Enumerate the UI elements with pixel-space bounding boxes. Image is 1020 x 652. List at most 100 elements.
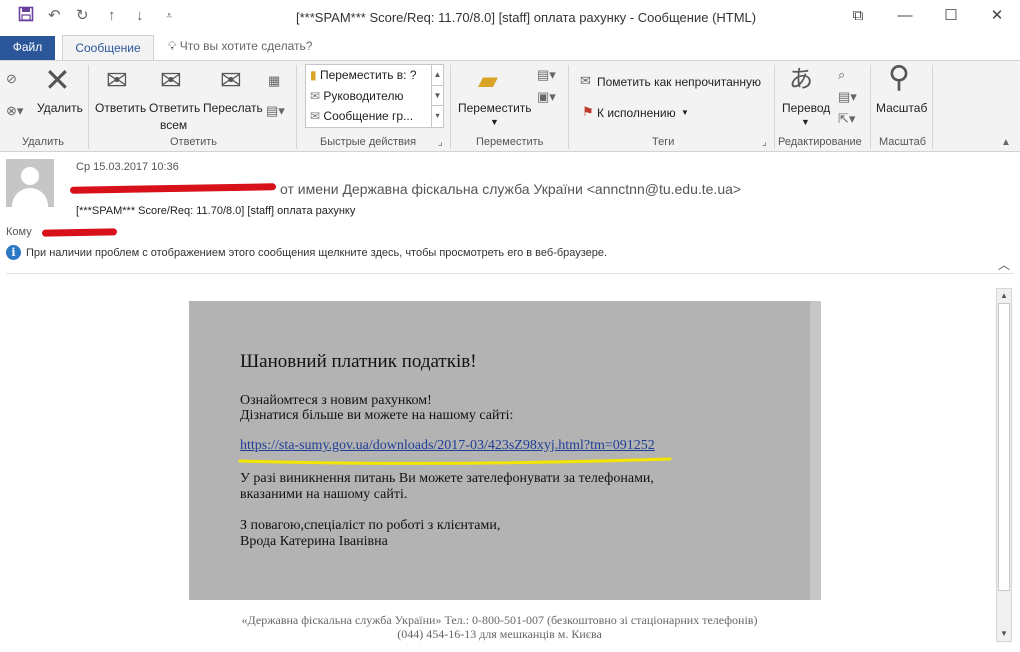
scroll-down-icon[interactable]: ▼ <box>997 627 1011 641</box>
junk-icon[interactable]: ⊗▾ <box>6 103 23 119</box>
scroll-up-icon[interactable]: ▲ <box>997 289 1011 303</box>
redo-icon[interactable]: ↻ <box>76 6 89 26</box>
flag-icon: ⚑ <box>582 104 594 119</box>
avatar-head-icon <box>21 167 39 185</box>
related-icon[interactable]: ▤▾ <box>838 89 857 105</box>
message-signature: Врода Катерина Іванівна <box>240 534 388 549</box>
find-icon[interactable]: ⌕ <box>838 67 845 83</box>
translate-button-label: Перевод <box>782 101 831 115</box>
dialog-launcher-icon[interactable]: ⌟ <box>762 137 767 148</box>
close-button[interactable]: ✕ <box>982 4 1012 28</box>
envelope-icon: ✉ <box>310 109 321 123</box>
separator <box>932 65 933 149</box>
sender-line[interactable]: от имени Державна фіскальна служба Украї… <box>280 181 741 197</box>
collapse-ribbon-icon[interactable]: ▲ <box>1001 137 1011 148</box>
separator <box>296 65 297 149</box>
group-label-quick-steps: Быстрые действия <box>320 136 417 148</box>
quick-step-item[interactable]: ✉ Руководителю <box>310 89 403 103</box>
group-label-move: Переместить <box>476 136 544 148</box>
message-line: Дізнатися більше ви можете на нашому сай… <box>240 408 514 423</box>
move-folder-icon: ▰ <box>478 65 498 95</box>
header-divider <box>6 273 1014 274</box>
restore-ribbon-icon[interactable]: ⧉ <box>843 4 873 28</box>
envelope-icon: ✉ <box>310 89 321 103</box>
translate-icon: あ <box>789 66 813 93</box>
info-icon: i <box>6 245 21 260</box>
avatar <box>6 159 54 207</box>
message-line: Ознайомтеся з новим рахунком! <box>240 393 432 408</box>
message-line: З повагою,спеціаліст по роботі з клієнта… <box>240 518 501 533</box>
ribbon-tabs: Файл Сообщение 💡︎ Что вы хотите сделать? <box>0 35 1020 61</box>
meeting-icon[interactable]: ▦ <box>268 73 280 89</box>
group-label-respond: Ответить <box>170 136 218 148</box>
customize-icon[interactable]: ⩡ <box>166 6 172 26</box>
more-respond-icon[interactable]: ▤▾ <box>266 103 285 119</box>
group-label-zoom: Масштаб <box>879 136 927 148</box>
separator <box>450 65 451 149</box>
chevron-up-icon[interactable]: ▲ <box>432 65 443 85</box>
footer-line: «Державна фіскальна служба України» Тел.… <box>241 613 758 627</box>
arrow-up-icon[interactable]: ↑ <box>108 6 116 26</box>
footer-line: (044) 454-16-13 для мешканців м. Києва <box>397 627 602 641</box>
envelope-icon: ✉ <box>580 73 591 88</box>
maximize-button[interactable]: ☐ <box>936 4 966 28</box>
save-icon[interactable] <box>18 6 34 28</box>
separator <box>774 65 775 149</box>
chevron-down-icon: ▼ <box>801 117 810 127</box>
message-line: У разі виникнення питань Ви можете зател… <box>240 471 654 486</box>
window-title: [***SPAM*** Score/Req: 11.70/8.0] [staff… <box>296 10 757 25</box>
chevron-down-icon: ▼ <box>681 108 689 117</box>
collapse-header-icon[interactable]: ︿ <box>998 256 1010 273</box>
tell-me-search[interactable]: 💡︎ Что вы хотите сделать? <box>168 39 312 54</box>
delete-x-icon: ✕ <box>44 62 71 98</box>
message-link[interactable]: https://sta-sumy.gov.ua/downloads/2017-0… <box>240 438 655 454</box>
forward-icon: ✉ <box>220 65 242 95</box>
expand-gallery-icon[interactable]: ▾ <box>432 105 443 125</box>
quick-step-label: Руководителю <box>323 89 404 103</box>
select-icon[interactable]: ⇱▾ <box>838 111 855 127</box>
tab-message[interactable]: Сообщение <box>62 35 154 61</box>
reply-icon: ✉ <box>106 65 128 95</box>
quick-steps-scroll[interactable]: ▲ ▼ ▾ <box>431 65 443 127</box>
separator <box>568 65 569 149</box>
quick-step-item[interactable]: ✉ Сообщение гр... <box>310 109 413 123</box>
reply-all-label-line1: Ответить <box>149 101 201 115</box>
quick-step-label: Переместить в: ? <box>319 68 417 82</box>
zoom-magnifier-icon: ⚲ <box>888 61 910 94</box>
delete-button-label: Удалить <box>37 101 83 115</box>
ribbon: ⊘ ⊗▾ ✕ Удалить Удалить ✉ Ответить ✉ Отве… <box>0 60 1020 152</box>
arrow-down-icon[interactable]: ↓ <box>136 6 144 26</box>
folder-icon: ▮ <box>310 68 317 82</box>
vertical-scrollbar[interactable]: ▲ ▼ <box>996 288 1012 642</box>
highlight-underline <box>238 457 672 465</box>
move-button-label: Переместить <box>458 101 532 115</box>
title-bar: ↶ ↻ ↑ ↓ ⩡ [***SPAM*** Score/Req: 11.70/8… <box>0 0 1020 35</box>
ignore-icon[interactable]: ⊘ <box>6 71 17 87</box>
group-label-editing: Редактирование <box>778 136 862 148</box>
separator <box>870 65 871 149</box>
quick-step-item[interactable]: ▮ Переместить в: ? <box>310 68 417 82</box>
to-label: Кому <box>6 226 32 238</box>
quick-steps-gallery: ▮ Переместить в: ? ✉ Руководителю ✉ Сооб… <box>305 64 444 128</box>
chevron-down-icon: ▼ <box>490 117 499 127</box>
info-bar-text[interactable]: При наличии проблем с отображением этого… <box>26 247 607 259</box>
quick-step-label: Сообщение гр... <box>323 109 414 123</box>
message-subject: [***SPAM*** Score/Req: 11.70/8.0] [staff… <box>76 205 356 217</box>
message-date: Ср 15.03.2017 10:36 <box>76 161 179 173</box>
scrollbar-thumb[interactable] <box>998 303 1010 591</box>
minimize-button[interactable]: — <box>890 4 920 28</box>
tab-file[interactable]: Файл <box>0 36 55 60</box>
dialog-launcher-icon[interactable]: ⌟ <box>438 137 443 148</box>
rules-icon[interactable]: ▤▾ <box>537 67 556 83</box>
group-label-tags: Теги <box>652 136 675 148</box>
chevron-down-icon[interactable]: ▼ <box>432 85 443 105</box>
zoom-button-label: Масштаб <box>876 101 928 115</box>
tell-me-label: Что вы хотите сделать? <box>179 39 313 53</box>
reply-button-label: Ответить <box>95 101 147 115</box>
group-label-delete: Удалить <box>22 136 64 148</box>
onenote-icon[interactable]: ▣▾ <box>537 89 556 105</box>
undo-icon[interactable]: ↶ <box>48 6 61 26</box>
reply-all-label-line2: всем <box>160 118 188 132</box>
redacted-sender <box>69 183 277 194</box>
lightbulb-icon: 💡︎ <box>168 39 177 53</box>
